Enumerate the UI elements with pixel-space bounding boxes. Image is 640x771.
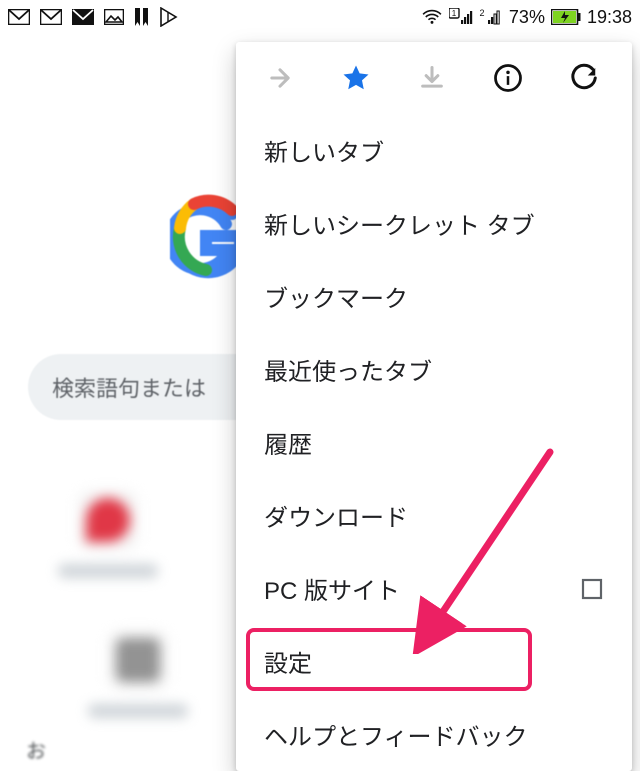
menu-item-label: ダウンロード [264, 498, 408, 533]
svg-text:1: 1 [452, 9, 457, 18]
menu-item-label: 設定 [264, 644, 312, 679]
gmail-icon [8, 9, 30, 25]
status-right: 1 2 73% 19:38 [421, 7, 632, 28]
reload-button[interactable] [562, 56, 606, 100]
shortcut-item[interactable] [58, 604, 218, 744]
clock-text: 19:38 [587, 7, 632, 28]
status-bar: 1 2 73% 19:38 [0, 0, 640, 34]
image-icon [104, 9, 124, 25]
menu-list: 新しいタブ新しいシークレット タブブックマーク最近使ったタブ履歴ダウンロード PC… [236, 114, 632, 771]
play-icon [160, 7, 178, 27]
bookmark-star-button[interactable] [334, 56, 378, 100]
checkbox-icon[interactable] [580, 577, 604, 601]
search-placeholder: 検索語句または [52, 371, 206, 403]
menu-item[interactable]: ブックマーク [236, 260, 632, 333]
menu-item[interactable]: 新しいタブ [236, 114, 632, 187]
gmail-icon [40, 9, 62, 25]
menu-item[interactable]: 最近使ったタブ [236, 333, 632, 406]
shortcut-item[interactable] [28, 464, 188, 604]
overflow-menu: 新しいタブ新しいシークレット タブブックマーク最近使ったタブ履歴ダウンロード PC… [236, 42, 632, 771]
menu-item[interactable]: PC 版サイト [236, 552, 632, 625]
wifi-icon [421, 9, 443, 25]
menu-item-label: 新しいタブ [264, 133, 384, 168]
download-button[interactable] [410, 56, 454, 100]
menu-item-label: 履歴 [264, 425, 312, 460]
menu-item[interactable]: 新しいシークレット タブ [236, 187, 632, 260]
menu-item-label: 最近使ったタブ [264, 352, 432, 387]
battery-text: 73% [509, 7, 545, 28]
gmail-filled-icon [72, 9, 94, 25]
status-left [8, 7, 178, 27]
signal-2-icon: 2 [479, 8, 503, 26]
menu-icon-row [236, 42, 632, 114]
signal-1-icon: 1 [449, 8, 473, 26]
battery-charging-icon [551, 9, 581, 25]
menu-item-label: ヘルプとフィードバック [264, 717, 528, 752]
menu-item[interactable]: ダウンロード [236, 479, 632, 552]
menu-item-label: ブックマーク [264, 279, 408, 314]
menu-item[interactable]: 設定 [236, 625, 632, 698]
menu-item-label: PC 版サイト [264, 571, 400, 606]
menu-item-label: 新しいシークレット タブ [264, 206, 535, 241]
bottom-hint: お [26, 735, 46, 764]
bookmark-icon [134, 8, 150, 26]
svg-text:2: 2 [479, 8, 484, 18]
menu-item[interactable]: 履歴 [236, 406, 632, 479]
forward-button[interactable] [258, 56, 302, 100]
menu-item[interactable]: ヘルプとフィードバック [236, 698, 632, 771]
info-button[interactable] [486, 56, 530, 100]
